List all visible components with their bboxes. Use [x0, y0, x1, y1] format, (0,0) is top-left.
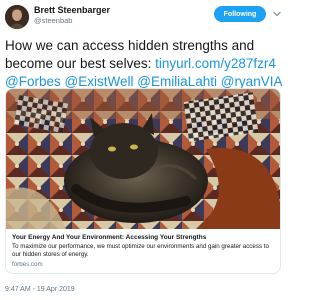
chevron-down-icon[interactable] — [272, 9, 282, 19]
author-name[interactable]: Brett Steenbarger — [34, 5, 110, 15]
link-preview-card[interactable]: Your Energy And Your Environment: Access… — [5, 88, 281, 274]
author-avatar[interactable] — [5, 5, 29, 29]
mention-existwell[interactable]: @ExistWell — [65, 74, 134, 89]
cat-on-blanket-photo-icon — [6, 89, 280, 229]
mention-emilialahti[interactable]: @EmiliaLahti — [137, 74, 217, 89]
card-title: Your Energy And Your Environment: Access… — [12, 234, 207, 241]
tweet-container: Brett Steenbarger @steenbab Following Ho… — [0, 0, 286, 300]
tweet-text: How we can access hidden strengths and b… — [5, 37, 285, 91]
author-handle[interactable]: @steenbab — [34, 16, 72, 25]
tweet-timestamp[interactable]: 9:47 AM - 19 Apr 2019 — [5, 286, 75, 293]
card-domain: forbes.com — [12, 261, 43, 268]
mention-ryanvia[interactable]: @ryanVIA — [221, 74, 283, 89]
following-button[interactable]: Following — [214, 6, 266, 22]
profile-photo-icon — [5, 5, 29, 29]
mention-forbes[interactable]: @Forbes — [5, 74, 61, 89]
card-description: To maximize our performance, we must opt… — [12, 243, 269, 258]
tweet-link[interactable]: tinyurl.com/y287fzr4 — [155, 56, 276, 71]
card-body: Your Energy And Your Environment: Access… — [6, 229, 280, 273]
